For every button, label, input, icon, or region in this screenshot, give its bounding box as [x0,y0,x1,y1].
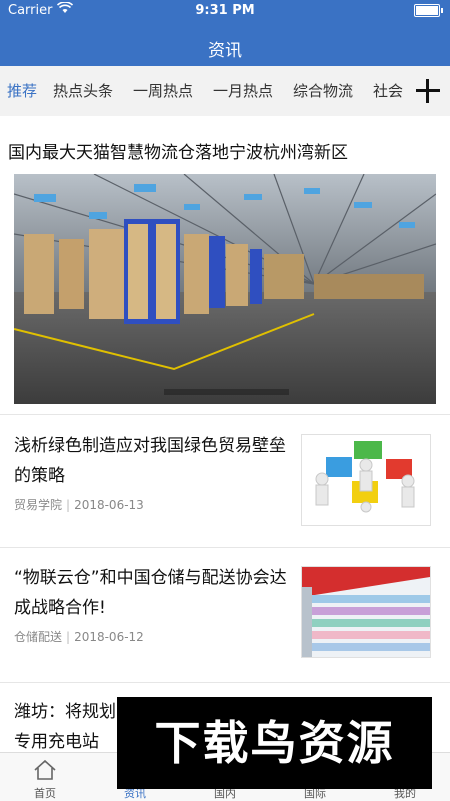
article-source: 贸易学院 [14,498,63,512]
status-time: 9:31 PM [195,3,255,18]
tab-society[interactable]: 社会 [373,80,403,101]
page-title: 资讯 [208,41,242,61]
tabbar-home[interactable]: 首页 [0,753,90,801]
tab-headlines[interactable]: 热点头条 [53,80,113,101]
divider [0,414,450,415]
tabbar-label: 首页 [34,787,56,800]
status-bar: Carrier 9:31 PM [0,0,450,22]
meta-separator: | [66,498,71,512]
watermark-banner: 下载鸟资源 [117,697,432,789]
article-title[interactable]: 潍坊：将规划专用充电站 [14,697,119,757]
battery-tip [441,8,443,13]
tab-monthly-hot[interactable]: 一月热点 [213,80,273,101]
tab-recommended[interactable]: 推荐 [7,80,37,101]
article-meta: 贸易学院 | 2018-06-13 [14,496,144,513]
divider [0,682,450,683]
category-tab-bar: 推荐 热点头条 一周热点 一月热点 综合物流 社会 [0,66,450,116]
feature-title[interactable]: 国内最大天猫智慧物流仓落地宁波杭州湾新区 [8,138,348,163]
article-date: 2018-06-12 [74,630,144,644]
meta-separator: | [66,630,71,644]
article-source: 仓储配送 [14,630,63,644]
tab-logistics[interactable]: 综合物流 [293,80,353,101]
feature-image[interactable] [14,174,436,404]
add-category-button[interactable] [406,66,450,116]
tab-weekly-hot[interactable]: 一周热点 [133,80,193,101]
article-title[interactable]: 浅析绿色制造应对我国绿色贸易壁垒的策略 [14,431,289,491]
battery-icon [414,4,440,17]
app-header: Carrier 9:31 PM 资讯 [0,0,450,66]
supermarket-thumbnail[interactable] [301,566,431,658]
article-meta: 仓储配送 | 2018-06-12 [14,628,144,645]
home-icon [0,759,90,781]
article-title[interactable]: “物联云仓”和中国仓储与配送协会达成战略合作! [14,563,289,623]
article-date: 2018-06-13 [74,498,144,512]
puzzle-thumbnail[interactable] [301,434,431,526]
divider [0,547,450,548]
